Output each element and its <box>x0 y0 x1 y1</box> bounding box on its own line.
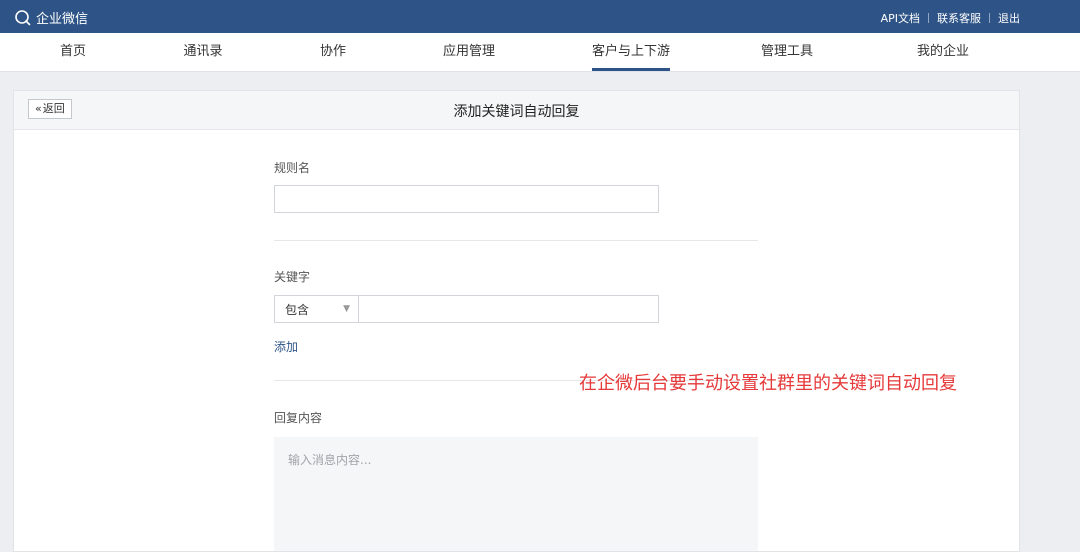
match-type-value: 包含 <box>285 302 310 317</box>
contact-support-link[interactable]: 联系客服 <box>937 10 981 26</box>
rule-name-input[interactable] <box>274 185 659 213</box>
divider <box>989 13 990 23</box>
divider <box>928 13 929 23</box>
top-bar: 企业微信 API文档 联系客服 退出 <box>0 0 1080 33</box>
keyword-label: 关键字 <box>274 270 311 284</box>
logout-link[interactable]: 退出 <box>998 10 1020 26</box>
card-header: « 返回 添加关键词自动回复 <box>14 91 1019 130</box>
match-type-select[interactable]: 包含 ▼ <box>274 295 358 323</box>
api-docs-link[interactable]: API文档 <box>881 10 920 26</box>
annotation-text: 在企微后台要手动设置社群里的关键词自动回复 <box>579 373 957 394</box>
section-divider <box>274 240 758 241</box>
rule-name-label: 规则名 <box>274 161 311 175</box>
nav-item-management-tools[interactable]: 管理工具 <box>761 33 813 71</box>
nav-item-my-enterprise[interactable]: 我的企业 <box>917 33 969 71</box>
nav-item-app-management[interactable]: 应用管理 <box>443 33 495 71</box>
nav-item-customers[interactable]: 客户与上下游 <box>591 33 671 71</box>
keyword-input[interactable] <box>358 295 659 323</box>
page-title: 添加关键词自动回复 <box>453 104 580 120</box>
reply-content-label: 回复内容 <box>274 411 323 425</box>
app-name: 企业微信 <box>36 12 89 27</box>
wecom-logo-icon <box>14 9 32 26</box>
nav-item-home[interactable]: 首页 <box>60 33 86 71</box>
reply-content-textarea[interactable] <box>274 437 758 551</box>
caret-down-icon: ▼ <box>343 304 350 314</box>
app-logo[interactable]: 企业微信 <box>14 8 88 27</box>
content-card: « 返回 添加关键词自动回复 规则名 关键字 包含 ▼ 添加 回复内容 <box>13 90 1020 552</box>
add-keyword-link[interactable]: 添加 <box>274 338 298 355</box>
nav-item-contacts[interactable]: 通讯录 <box>183 33 222 71</box>
nav-item-collaboration[interactable]: 协作 <box>320 33 346 71</box>
top-links: API文档 联系客服 退出 <box>881 10 1020 26</box>
main-nav: 首页 通讯录 协作 应用管理 客户与上下游 管理工具 我的企业 <box>0 33 1080 72</box>
